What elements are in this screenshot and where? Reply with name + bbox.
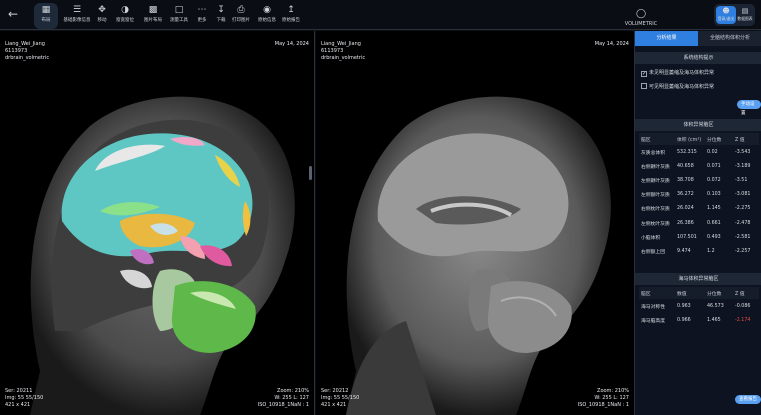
more-icon: ⋯ bbox=[197, 5, 207, 15]
data-chart-button[interactable]: ▤ 数据图表 bbox=[735, 6, 755, 24]
original-report-button[interactable]: ↥ 原始报告 bbox=[280, 3, 302, 29]
series-info-button[interactable]: ☰ 基础影像信息 bbox=[62, 3, 92, 29]
move-icon: ✥ bbox=[98, 5, 106, 15]
checkbox-checked[interactable]: ✓ bbox=[641, 71, 647, 77]
original-info-button[interactable]: ◉ 原始信息 bbox=[256, 3, 278, 29]
study-date: May 14, 2024 bbox=[594, 41, 629, 47]
image-number: Img: 55 55/150 bbox=[321, 395, 360, 401]
view-report-button[interactable]: 查看报告 bbox=[735, 395, 761, 404]
manual-set-button[interactable]: 手动设置 bbox=[737, 100, 761, 116]
tiles-icon: ▩ bbox=[148, 5, 158, 15]
table-row[interactable]: 右侧颞叶灰质 40.658 0.071 -3.189 bbox=[639, 159, 759, 173]
download-button[interactable]: ↧ 下载 bbox=[214, 3, 228, 29]
window-level-button[interactable]: ◑ 窗宽窗位 bbox=[114, 3, 136, 29]
system-hint-title: 系统结构提示 bbox=[635, 52, 761, 64]
eye-icon: ◉ bbox=[263, 5, 271, 15]
person-icon: ☻ bbox=[722, 7, 730, 15]
checkbox-unchecked[interactable] bbox=[641, 83, 647, 89]
study-date: May 14, 2024 bbox=[274, 41, 309, 47]
table-row[interactable]: 左侧额叶灰质 36.272 0.103 -3.081 bbox=[639, 188, 759, 202]
checkbox-atrophy[interactable]: 可见明显萎缩及海马体积异常 bbox=[641, 83, 761, 92]
panel-tabs: 分析结果 全脑结构体积分析 bbox=[635, 31, 761, 46]
grid-icon: ▦ bbox=[41, 5, 51, 15]
contrast-icon: ◑ bbox=[121, 5, 129, 15]
original-viewport[interactable]: Liang_Wei_Jiang 6113973 drbrain_volmetri… bbox=[316, 31, 634, 415]
series-number: Ser: 20211 bbox=[5, 388, 33, 394]
printer-icon: ⎙ bbox=[237, 5, 245, 15]
series-number: Ser: 20212 bbox=[321, 388, 349, 394]
checkbox-no-atrophy[interactable]: ✓ 未见明显萎缩及海马体积异常 bbox=[641, 69, 761, 78]
hippocampus-table: 脑区 数值 分位数 Z 值 海马对称性 0.963 46.573 -0.086 海马脑… bbox=[639, 287, 759, 327]
download-icon: ↧ bbox=[217, 5, 225, 15]
more-button[interactable]: ⋯ 更多 bbox=[195, 3, 209, 29]
table-row[interactable]: 小脑体积 107.501 0.493 -2.581 bbox=[639, 230, 759, 244]
table-row[interactable]: 海马脑高度 0.966 1.465 -2.174 bbox=[639, 313, 759, 327]
user-segment: ☻ 登录/退出 ▤ 数据图表 bbox=[714, 4, 755, 26]
volume-table: 脑区 体积 (cm³) 分位数 Z 值 灰质总体积 532.315 0.02 -3.5… bbox=[639, 133, 759, 259]
tab-volume-analysis[interactable]: 全脑结构体积分析 bbox=[698, 31, 761, 46]
table-row[interactable]: 灰质总体积 532.315 0.02 -3.543 bbox=[639, 145, 759, 159]
viewport-resize-handle[interactable] bbox=[309, 166, 312, 180]
segmentation-viewport[interactable]: Liang_Wei_Jiang 6113973 drbrain_volmetri… bbox=[0, 31, 315, 415]
study-name: drbrain_volmetric bbox=[5, 55, 50, 61]
mri-original-image bbox=[346, 96, 611, 415]
table-row[interactable]: 左侧颞叶灰质 38.708 0.072 -3.51 bbox=[639, 173, 759, 187]
zoom-level: Zoom: 210% bbox=[277, 388, 309, 394]
hippocampus-abnormal-title: 海马体积异常脑区 bbox=[635, 273, 761, 285]
study-name: drbrain_volmetric bbox=[321, 55, 366, 61]
data-icon: ▤ bbox=[741, 7, 749, 15]
patient-id: 6113973 bbox=[321, 48, 344, 54]
window-level: W: 255 L: 127 bbox=[594, 395, 629, 401]
table-row[interactable]: 海马对称性 0.963 46.573 -0.086 bbox=[639, 299, 759, 313]
table-header-row: 脑区 体积 (cm³) 分位数 Z 值 bbox=[639, 133, 759, 145]
volumetric-title: ◯ VOLUMETRIC bbox=[616, 7, 666, 33]
table-row[interactable]: 左侧枕叶灰质 26.386 0.661 -2.478 bbox=[639, 216, 759, 230]
image-number: Img: 55 55/150 bbox=[5, 395, 44, 401]
table-row[interactable]: 右侧枕叶灰质 26.024 1.145 -2.275 bbox=[639, 202, 759, 216]
image-layout-button[interactable]: ▩ 图片布局 bbox=[142, 3, 164, 29]
login-button[interactable]: ☻ 登录/退出 bbox=[716, 6, 736, 24]
image-size: 421 x 421 bbox=[5, 402, 31, 408]
ruler-icon: □ bbox=[174, 5, 184, 15]
move-button[interactable]: ✥ 移动 bbox=[95, 3, 109, 29]
top-toolbar: ← ▦ 布局 ☰ 基础影像信息 ✥ 移动 ◑ 窗宽窗位 ▩ 图片布局 □ 测量工… bbox=[0, 0, 761, 30]
upload-icon: ↥ bbox=[287, 5, 295, 15]
volumetric-icon: ◯ bbox=[635, 9, 647, 19]
volume-abnormal-title: 体积异常脑区 bbox=[635, 119, 761, 131]
patient-id: 6113973 bbox=[5, 48, 28, 54]
iso-info: ISO_10918_1NaN : 1 bbox=[257, 402, 309, 408]
list-icon: ☰ bbox=[72, 5, 82, 15]
layout-button[interactable]: ▦ 布局 bbox=[34, 3, 58, 29]
patient-name: Liang_Wei_Jiang bbox=[5, 41, 45, 47]
measure-tools-button[interactable]: □ 测量工具 bbox=[167, 3, 191, 29]
analysis-panel: 分析结果 全脑结构体积分析 系统结构提示 ✓ 未见明显萎缩及海马体积异常 可见明显… bbox=[634, 31, 761, 415]
table-header-row: 脑区 数值 分位数 Z 值 bbox=[639, 287, 759, 299]
patient-name: Liang_Wei_Jiang bbox=[321, 41, 361, 47]
zoom-level: Zoom: 210% bbox=[597, 388, 629, 394]
iso-info: ISO_10918_1NaN : 1 bbox=[577, 402, 629, 408]
tab-analysis-result[interactable]: 分析结果 bbox=[635, 31, 698, 46]
image-size: 421 x 421 bbox=[321, 402, 347, 408]
window-level: W: 255 L: 127 bbox=[274, 395, 309, 401]
print-button[interactable]: ⎙ 打印图片 bbox=[230, 3, 252, 29]
mri-segmentation-image bbox=[30, 96, 295, 415]
back-arrow-icon[interactable]: ← bbox=[8, 7, 18, 21]
table-row[interactable]: 右侧额上回 9.474 1.2 -2.257 bbox=[639, 244, 759, 258]
